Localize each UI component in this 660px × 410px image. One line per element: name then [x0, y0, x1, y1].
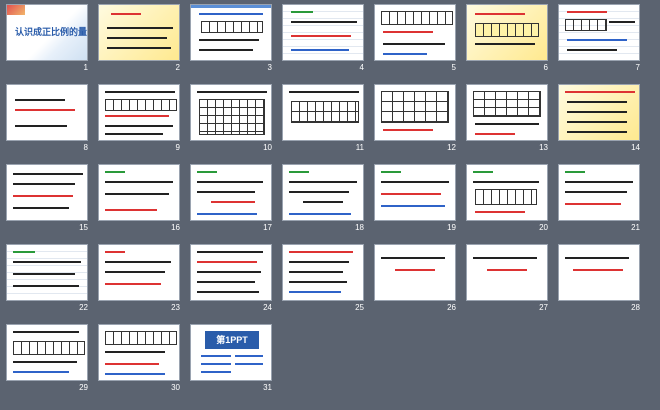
slide-number: 28 [631, 303, 640, 312]
slide-number: 26 [447, 303, 456, 312]
slide-number: 10 [263, 143, 272, 152]
slide-number: 16 [171, 223, 180, 232]
slide-number: 13 [539, 143, 548, 152]
slide-thumbnail-8[interactable] [6, 84, 88, 141]
slide-number: 1 [83, 63, 88, 72]
slide-thumbnail-19[interactable] [374, 164, 456, 221]
slide-number: 15 [79, 223, 88, 232]
slide-thumbnail-18[interactable] [282, 164, 364, 221]
slide-number: 22 [79, 303, 88, 312]
slide-number: 7 [635, 63, 640, 72]
slide-thumbnail-28[interactable] [558, 244, 640, 301]
slide-thumbnail-5[interactable] [374, 4, 456, 61]
slide-number: 18 [355, 223, 364, 232]
slide-thumbnail-2[interactable] [98, 4, 180, 61]
slide-thumbnail-23[interactable] [98, 244, 180, 301]
slide-number: 14 [631, 143, 640, 152]
slide-thumbnail-15[interactable] [6, 164, 88, 221]
slide-number: 8 [83, 143, 88, 152]
slide-number: 17 [263, 223, 272, 232]
slide-thumbnail-26[interactable] [374, 244, 456, 301]
slide-thumbnail-4[interactable] [282, 4, 364, 61]
slide-thumbnail-1[interactable]: 认识成正比例的量 [6, 4, 88, 61]
slide-sorter-grid: 认识成正比例的量 1 2 3 4 5 6 7 8 9 10 11 12 13 1… [0, 0, 660, 410]
slide-thumbnail-6[interactable] [466, 4, 548, 61]
slide-number: 24 [263, 303, 272, 312]
slide-thumbnail-21[interactable] [558, 164, 640, 221]
slide-thumbnail-31[interactable]: 第1PPT [190, 324, 272, 381]
slide-number: 4 [359, 63, 364, 72]
slide-thumbnail-10[interactable] [190, 84, 272, 141]
slide-number: 6 [543, 63, 548, 72]
slide-thumbnail-29[interactable] [6, 324, 88, 381]
slide-title: 认识成正比例的量 [15, 28, 88, 38]
slide-number: 12 [447, 143, 456, 152]
ppt-logo: 第1PPT [205, 331, 259, 349]
slide-thumbnail-12[interactable] [374, 84, 456, 141]
slide-thumbnail-22[interactable] [6, 244, 88, 301]
slide-number: 25 [355, 303, 364, 312]
slide-thumbnail-25[interactable] [282, 244, 364, 301]
slide-thumbnail-9[interactable] [98, 84, 180, 141]
slide-number: 11 [355, 143, 364, 152]
slide-number: 19 [447, 223, 456, 232]
slide-decoration [7, 5, 25, 15]
slide-number: 9 [175, 143, 180, 152]
slide-thumbnail-24[interactable] [190, 244, 272, 301]
slide-thumbnail-17[interactable] [190, 164, 272, 221]
slide-thumbnail-7[interactable] [558, 4, 640, 61]
slide-thumbnail-20[interactable] [466, 164, 548, 221]
slide-number: 5 [451, 63, 456, 72]
slide-number: 2 [175, 63, 180, 72]
slide-number: 23 [171, 303, 180, 312]
slide-number: 20 [539, 223, 548, 232]
slide-number: 30 [171, 383, 180, 392]
slide-thumbnail-11[interactable] [282, 84, 364, 141]
slide-number: 21 [631, 223, 640, 232]
slide-thumbnail-30[interactable] [98, 324, 180, 381]
slide-thumbnail-13[interactable] [466, 84, 548, 141]
slide-number: 27 [539, 303, 548, 312]
slide-thumbnail-14[interactable] [558, 84, 640, 141]
slide-number: 31 [263, 383, 272, 392]
slide-number: 29 [79, 383, 88, 392]
slide-thumbnail-27[interactable] [466, 244, 548, 301]
slide-thumbnail-3[interactable] [190, 4, 272, 61]
slide-number: 3 [267, 63, 272, 72]
slide-thumbnail-16[interactable] [98, 164, 180, 221]
